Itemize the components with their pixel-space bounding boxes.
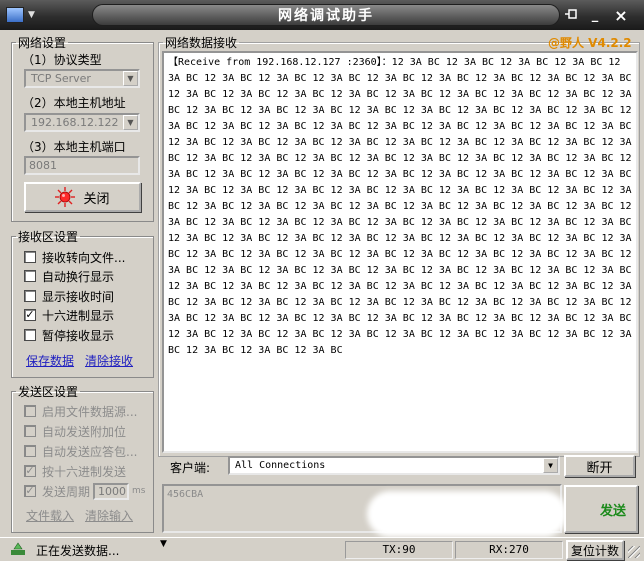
pin-button[interactable] — [562, 6, 580, 24]
chevron-down-icon: ▼ — [123, 71, 138, 86]
option-file-source[interactable]: 启用文件数据源... — [24, 402, 137, 420]
network-settings-title: 网络设置 — [18, 36, 67, 50]
checkbox[interactable] — [24, 405, 36, 417]
period-label: 发送周期 — [42, 484, 91, 499]
file-load-link[interactable]: 文件载入 — [26, 507, 74, 524]
option-pause-display[interactable]: 暂停接收显示 — [24, 326, 114, 344]
port-input[interactable]: 8081 — [24, 156, 140, 175]
rx-counter: RX:270 — [455, 541, 563, 559]
option-redirect-to-file[interactable]: 接收转向文件... — [24, 248, 125, 266]
checkbox[interactable] — [24, 290, 36, 302]
period-input[interactable]: 1000 — [93, 482, 130, 500]
host-value: 192.168.12.122 — [31, 116, 119, 129]
option-append-bit[interactable]: 自动发送附加位 — [24, 422, 126, 440]
status-message: 正在发送数据... — [36, 544, 120, 558]
disconnect-button[interactable]: 断开 — [564, 455, 635, 477]
reset-count-button[interactable]: 复位计数 — [566, 540, 624, 560]
system-menu[interactable]: ▼ — [6, 5, 50, 25]
status-light-icon — [55, 187, 76, 207]
host-label: （2）本地主机地址 — [22, 96, 126, 110]
redaction-blur — [367, 491, 567, 537]
close-button[interactable]: × — [612, 6, 630, 25]
protocol-value: TCP Server — [31, 72, 91, 85]
client-label: 客户端: — [170, 461, 211, 475]
option-label: 接收转向文件... — [42, 250, 126, 265]
send-button[interactable]: 发送 — [564, 485, 638, 533]
client-value: All Connections — [235, 460, 326, 471]
checkbox[interactable] — [24, 329, 36, 341]
option-label: 自动发送应答包... — [42, 444, 138, 459]
version-label: @野人 V4.2.2 — [548, 36, 632, 50]
checkbox[interactable] — [24, 270, 36, 282]
chevron-down-icon: ▼ — [160, 539, 167, 549]
checkbox-checked[interactable]: ✓ — [24, 465, 36, 477]
option-label: 按十六进制发送 — [42, 464, 127, 479]
option-show-time[interactable]: 显示接收时间 — [24, 287, 114, 305]
protocol-select[interactable]: TCP Server ▼ — [24, 69, 140, 88]
tx-counter: TX:90 — [345, 541, 453, 559]
chevron-down-icon: ▼ — [28, 10, 35, 20]
option-auto-wrap[interactable]: 自动换行显示 — [24, 267, 114, 285]
period-unit: ms — [132, 486, 146, 496]
window-title: 网络调试助手 — [92, 4, 560, 26]
option-label: 十六进制显示 — [42, 308, 115, 323]
option-label: 显示接收时间 — [42, 289, 115, 304]
host-select[interactable]: 192.168.12.122 ▼ — [24, 113, 140, 132]
option-send-period[interactable]: ✓ 发送周期 1000 ms — [24, 482, 145, 500]
save-data-link[interactable]: 保存数据 — [26, 352, 74, 369]
minimize-button[interactable]: _ — [586, 6, 604, 24]
checkbox[interactable] — [24, 251, 36, 263]
client-select[interactable]: All Connections ▼ — [228, 456, 560, 475]
option-auto-reply[interactable]: 自动发送应答包... — [24, 442, 137, 460]
chevron-down-icon: ▼ — [123, 115, 138, 130]
clear-input-link[interactable]: 清除输入 — [85, 507, 133, 524]
option-label: 启用文件数据源... — [42, 404, 138, 419]
send-status-icon — [11, 542, 25, 555]
clear-receive-link[interactable]: 清除接收 — [85, 352, 133, 369]
receive-textarea[interactable]: 【Receive from 192.168.12.127 :2360】：12 3… — [162, 51, 638, 453]
checkbox-checked[interactable]: ✓ — [24, 309, 36, 321]
option-hex-send[interactable]: ✓ 按十六进制发送 — [24, 462, 126, 480]
port-label: （3）本地主机端口 — [22, 140, 126, 154]
receive-area-title: 网络数据接收 — [165, 36, 238, 50]
status-bar: 正在发送数据... ▼ TX:90 RX:270 复位计数 — [0, 537, 644, 561]
protocol-label: （1）协议类型 — [22, 53, 102, 67]
close-connection-button[interactable]: 关闭 — [24, 182, 141, 212]
title-bar[interactable]: ▼ 网络调试助手 _ × — [0, 0, 644, 30]
app-icon — [6, 7, 24, 23]
checkbox-checked[interactable]: ✓ — [24, 485, 36, 497]
pin-icon — [565, 9, 577, 19]
send-settings-title: 发送区设置 — [18, 385, 79, 399]
chevron-down-icon: ▼ — [543, 458, 558, 473]
close-connection-label: 关闭 — [83, 191, 110, 207]
checkbox[interactable] — [24, 445, 36, 457]
receive-settings-title: 接收区设置 — [18, 230, 79, 244]
option-label: 自动换行显示 — [42, 269, 115, 284]
option-label: 暂停接收显示 — [42, 328, 115, 343]
resize-grip[interactable] — [628, 546, 640, 558]
option-label: 自动发送附加位 — [42, 424, 127, 439]
option-hex-display[interactable]: ✓ 十六进制显示 — [24, 306, 114, 324]
checkbox[interactable] — [24, 425, 36, 437]
